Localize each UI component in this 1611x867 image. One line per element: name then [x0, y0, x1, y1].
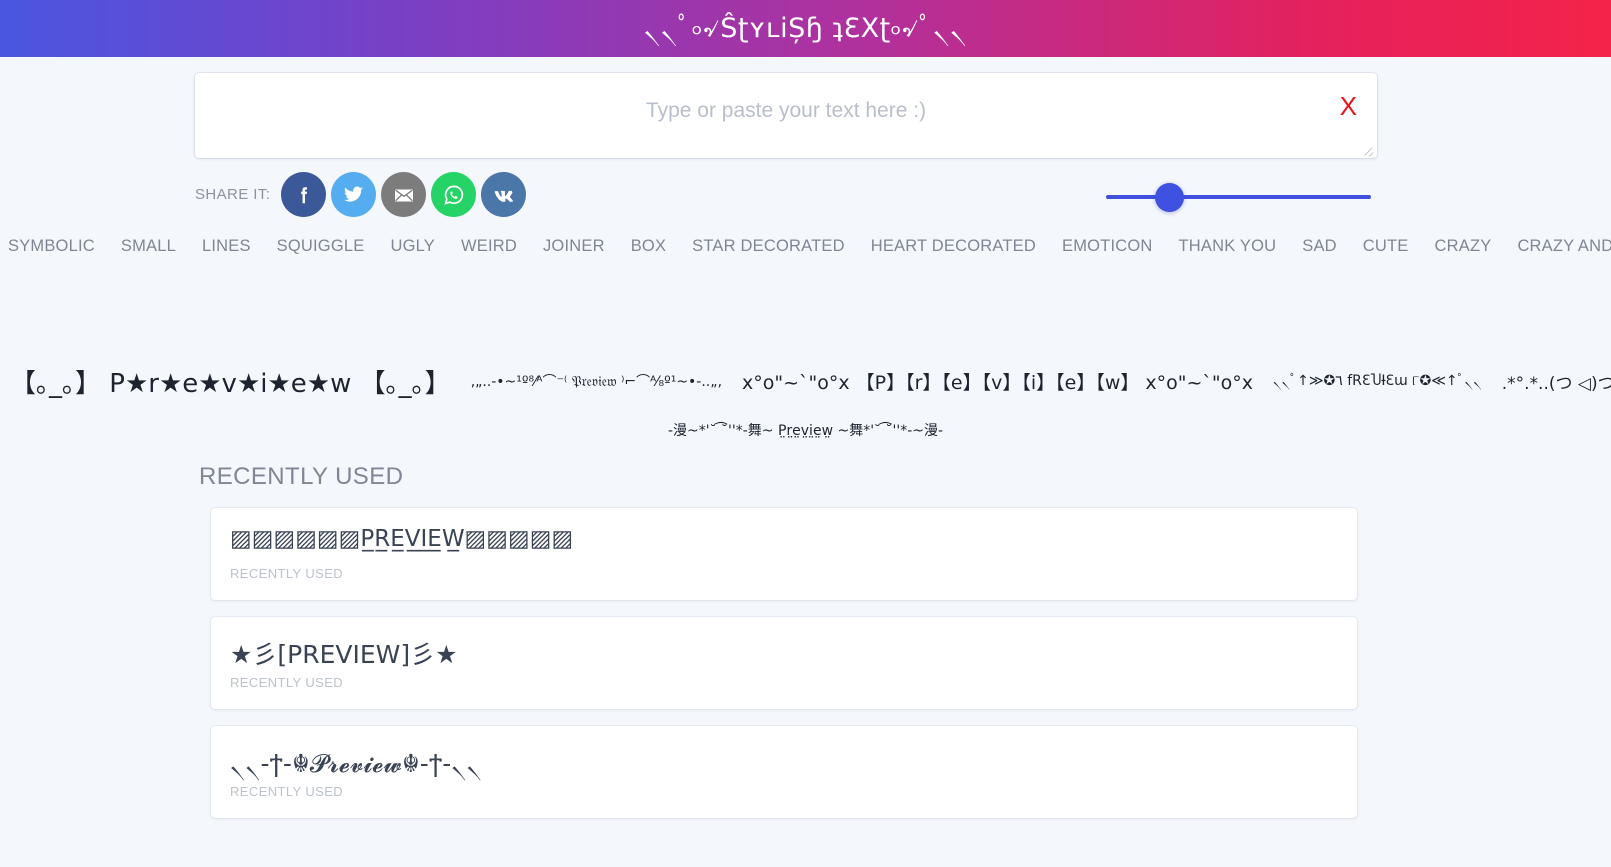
share-label: SHARE IT:: [195, 186, 271, 203]
list-item[interactable]: ▨▨▨▨▨▨P̲R̲E̲V̲I̲E̲W̲▨▨▨▨▨ RECENTLY USED: [211, 508, 1357, 600]
recently-used-text: ▨▨▨▨▨▨P̲R̲E̲V̲I̲E̲W̲▨▨▨▨▨: [230, 526, 574, 552]
tab-crazy[interactable]: CRAZY: [1422, 237, 1505, 256]
facebook-icon: [293, 184, 315, 206]
tab-weird[interactable]: WEIRD: [448, 237, 530, 256]
clear-text-button[interactable]: X: [1340, 93, 1357, 119]
style-preview-item[interactable]: ৲৲ﾟ↑≫✪٦ fRƐႮƗƐա ୮✪≪↑ﾟ৲৲: [1263, 369, 1492, 393]
twitter-icon: [342, 183, 365, 206]
tab-cute[interactable]: CUTE: [1350, 237, 1422, 256]
recently-used-label: RECENTLY USED: [230, 675, 344, 690]
style-preview-item[interactable]: x°o"~`"o°x 【P】【r】【e】【v】【i】【e】【w】 x°o"~`"…: [732, 368, 1263, 395]
main-text-input[interactable]: [195, 73, 1377, 158]
recently-used-label: RECENTLY USED: [230, 566, 344, 581]
tab-star-decorated[interactable]: STAR DECORATED: [679, 237, 858, 256]
share-twitter-button[interactable]: [331, 172, 377, 217]
share-whatsapp-button[interactable]: [431, 172, 477, 217]
style-preview-item[interactable]: .*°.*..(つ ◁)つ Preview: [1492, 369, 1611, 394]
recently-used-label: RECENTLY USED: [230, 784, 344, 799]
style-preview-item[interactable]: -漫~*'˘ ͡˘''*-舞~ P̤r̤e̤v̤i̤e̤w̤ ~舞*'˘ ͡˘'…: [658, 420, 953, 440]
share-vk-button[interactable]: [481, 172, 527, 217]
tab-symbolic[interactable]: SYMBOLIC: [0, 237, 108, 256]
style-preview-item[interactable]: 【｡_｡】 P★r★e★v★i★e★w 【｡_｡】: [0, 363, 461, 400]
tab-joiner[interactable]: JOINER: [530, 237, 618, 256]
share-row: SHARE IT:: [195, 172, 531, 217]
category-tabs[interactable]: SYMBOLIC SMALL LINES SQUIGGLE UGLY WEIRD…: [0, 232, 1611, 260]
tab-box[interactable]: BOX: [618, 237, 679, 256]
vk-icon: [492, 183, 516, 207]
style-preview-strip: 【｡_｡】 P★r★e★v★i★e★w 【｡_｡】 ‚„..-•~¹º⁸⁄ᴬ⌒⁻…: [0, 352, 1611, 450]
envelope-icon: [392, 183, 416, 207]
share-email-button[interactable]: [381, 172, 427, 217]
app-header: ৲৲ﾟ৹৵ŜʈʏʟiȘɧ ʇƐXʈ৹৵ﾟ৲৲: [0, 0, 1611, 57]
recently-used-heading: RECENTLY USED: [199, 463, 404, 490]
tab-heart-decorated[interactable]: HEART DECORATED: [858, 237, 1049, 256]
whatsapp-icon: [442, 183, 466, 207]
list-item[interactable]: ৲৲-ϯ-☬𝓟𝓻𝓮𝓿𝓲𝓮𝔀☬-ϯ-৲৲ RECENTLY USED: [211, 726, 1357, 818]
list-item[interactable]: ★彡[PREVIEW]彡★ RECENTLY USED: [211, 617, 1357, 709]
text-input-card: X: [195, 73, 1377, 158]
tab-emoticon[interactable]: EMOTICON: [1049, 237, 1166, 256]
recently-used-text: ৲৲-ϯ-☬𝓟𝓻𝓮𝓿𝓲𝓮𝔀☬-ϯ-৲৲: [230, 749, 482, 778]
share-facebook-button[interactable]: [281, 172, 327, 217]
recently-used-list: ▨▨▨▨▨▨P̲R̲E̲V̲I̲E̲W̲▨▨▨▨▨ RECENTLY USED …: [211, 508, 1357, 835]
tab-squiggle[interactable]: SQUIGGLE: [264, 237, 378, 256]
tab-lines[interactable]: LINES: [189, 237, 264, 256]
tab-sad[interactable]: SAD: [1289, 237, 1350, 256]
style-preview-item[interactable]: ‚„..-•~¹º⁸⁄ᴬ⌒⁻⁽ 𝔓𝔯𝔢𝔳𝔦𝔢𝔴 ⁾⌐⌒ᴬ⁄₈º¹~•-..„‚: [461, 371, 732, 391]
page-title: ৲৲ﾟ৹৵ŜʈʏʟiȘɧ ʇƐXʈ৹৵ﾟ৲৲: [643, 13, 968, 44]
font-size-slider[interactable]: [1106, 183, 1371, 212]
tab-small[interactable]: SMALL: [108, 237, 189, 256]
slider-thumb[interactable]: [1155, 183, 1184, 212]
tab-crazy-and-symbols[interactable]: CRAZY AND SYMBOLS: [1504, 237, 1611, 256]
tab-ugly[interactable]: UGLY: [377, 237, 448, 256]
slider-track[interactable]: [1106, 195, 1371, 199]
textarea-resize-handle[interactable]: [1362, 144, 1374, 156]
preview-row-2: -漫~*'˘ ͡˘''*-舞~ P̤r̤e̤v̤i̤e̤w̤ ~舞*'˘ ͡˘'…: [0, 410, 1611, 450]
tab-thank-you[interactable]: THANK YOU: [1166, 237, 1290, 256]
recently-used-text: ★彡[PREVIEW]彡★: [230, 640, 458, 669]
preview-row-1: 【｡_｡】 P★r★e★v★i★e★w 【｡_｡】 ‚„..-•~¹º⁸⁄ᴬ⌒⁻…: [0, 352, 1611, 410]
